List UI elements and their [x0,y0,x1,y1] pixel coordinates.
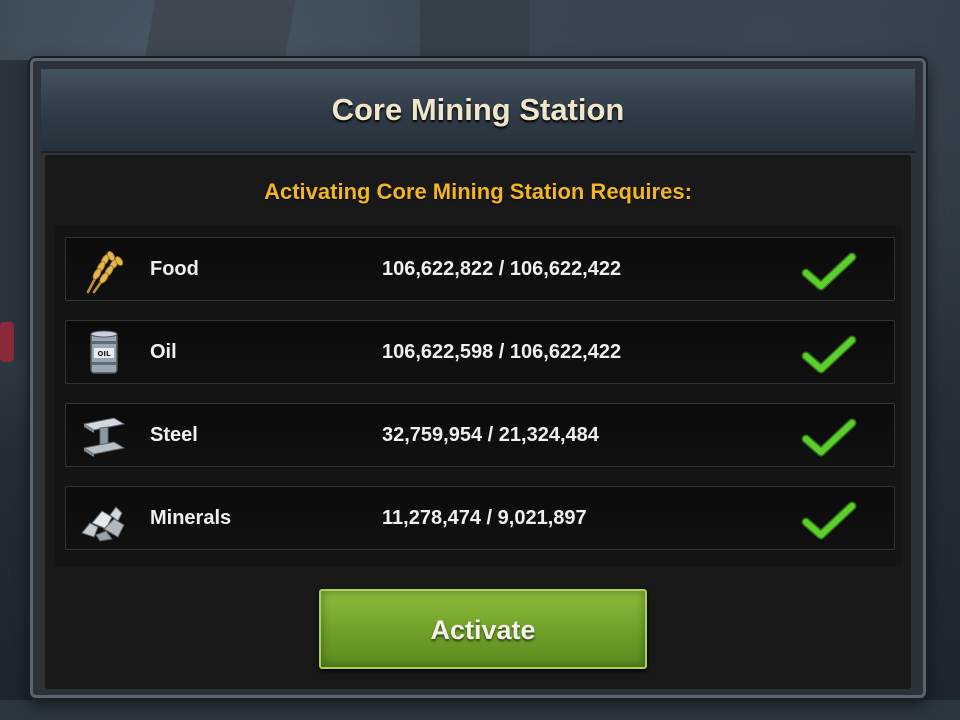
minerals-icon [81,506,125,542]
resource-name: Minerals [150,507,232,529]
resource-amount: 32,759,954 / 21,324,484 [382,424,599,446]
activate-button[interactable]: Activate [319,589,647,669]
resource-name: Steel [150,424,198,446]
requirements-list: Food 106,622,822 / 106,622,422 OIL Oil 1… [55,225,901,567]
oil-barrel-icon: OIL [90,330,118,374]
requirement-row-minerals: Minerals 11,278,474 / 9,021,897 [65,486,895,550]
requirement-row-oil: OIL Oil 106,622,598 / 106,622,422 [65,320,895,384]
requirement-row-steel: Steel 32,759,954 / 21,324,484 [65,403,895,467]
requirement-row-food: Food 106,622,822 / 106,622,422 [65,237,895,301]
resource-amount: 106,622,822 / 106,622,422 [382,258,622,280]
resource-name: Oil [150,341,177,363]
dialog-header: Core Mining Station [41,69,915,153]
dialog-title: Core Mining Station [331,92,625,127]
wheat-icon [86,251,124,294]
dialog-body: Activating Core Mining Station Requires: [45,155,911,689]
checkmark-icon [801,501,857,540]
checkmark-icon [801,418,857,457]
resource-amount: 106,622,598 / 106,622,422 [382,341,622,363]
checkmark-icon [801,252,857,291]
requirements-heading: Activating Core Mining Station Requires: [264,179,692,204]
core-mining-station-dialog: Core Mining Station Activating Core Mini… [30,58,926,698]
svg-text:OIL: OIL [97,350,111,358]
steel-beam-icon [82,417,126,457]
checkmark-icon [801,335,857,374]
resource-amount: 11,278,474 / 9,021,897 [382,507,587,529]
resource-name: Food [150,258,199,280]
activate-button-label: Activate [430,615,536,645]
